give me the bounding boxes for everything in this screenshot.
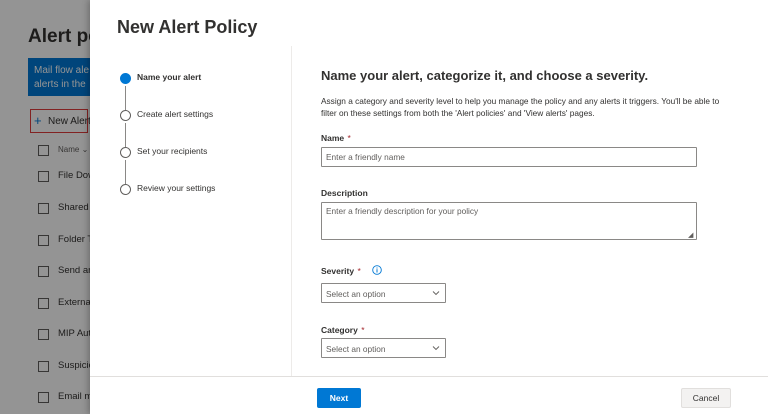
category-dropdown[interactable]: Select an option	[321, 338, 446, 358]
description-textarea[interactable]	[321, 202, 697, 240]
step-pending-icon	[120, 110, 131, 121]
step-label: Review your settings	[137, 183, 216, 193]
category-selected-value: Select an option	[326, 344, 386, 354]
chevron-down-icon	[432, 346, 440, 351]
chevron-down-icon	[432, 291, 440, 296]
step-connector	[125, 160, 126, 184]
severity-dropdown[interactable]: Select an option	[321, 283, 446, 303]
step-pending-icon	[120, 147, 131, 158]
panel-title: New Alert Policy	[117, 17, 258, 37]
form-heading: Name your alert, categorize it, and choo…	[321, 68, 649, 83]
required-mark: *	[361, 325, 365, 335]
step-connector	[125, 86, 126, 110]
next-button[interactable]: Next	[317, 388, 361, 408]
step-current-icon	[120, 73, 131, 84]
modal-overlay[interactable]	[0, 0, 90, 414]
cancel-button[interactable]: Cancel	[681, 388, 731, 408]
resize-grip-icon[interactable]: ◢	[688, 231, 693, 239]
step-connector	[125, 123, 126, 147]
category-label: Category *	[321, 325, 365, 335]
new-alert-policy-panel: New Alert Policy Name your alert Create …	[90, 0, 768, 414]
panel-divider	[291, 46, 292, 376]
description-label: Description	[321, 188, 368, 198]
step-label: Create alert settings	[137, 109, 214, 119]
name-input[interactable]	[321, 147, 697, 167]
form-description: Assign a category and severity level to …	[321, 96, 720, 118]
required-mark: *	[347, 133, 351, 143]
info-icon[interactable]	[372, 265, 382, 275]
severity-label: Severity *	[321, 266, 361, 276]
step-label: Set your recipients	[137, 146, 208, 156]
name-label: Name *	[321, 133, 351, 143]
required-mark: *	[357, 266, 361, 276]
severity-selected-value: Select an option	[326, 289, 386, 299]
step-pending-icon	[120, 184, 131, 195]
step-label: Name your alert	[137, 72, 202, 82]
footer-divider	[90, 376, 768, 377]
